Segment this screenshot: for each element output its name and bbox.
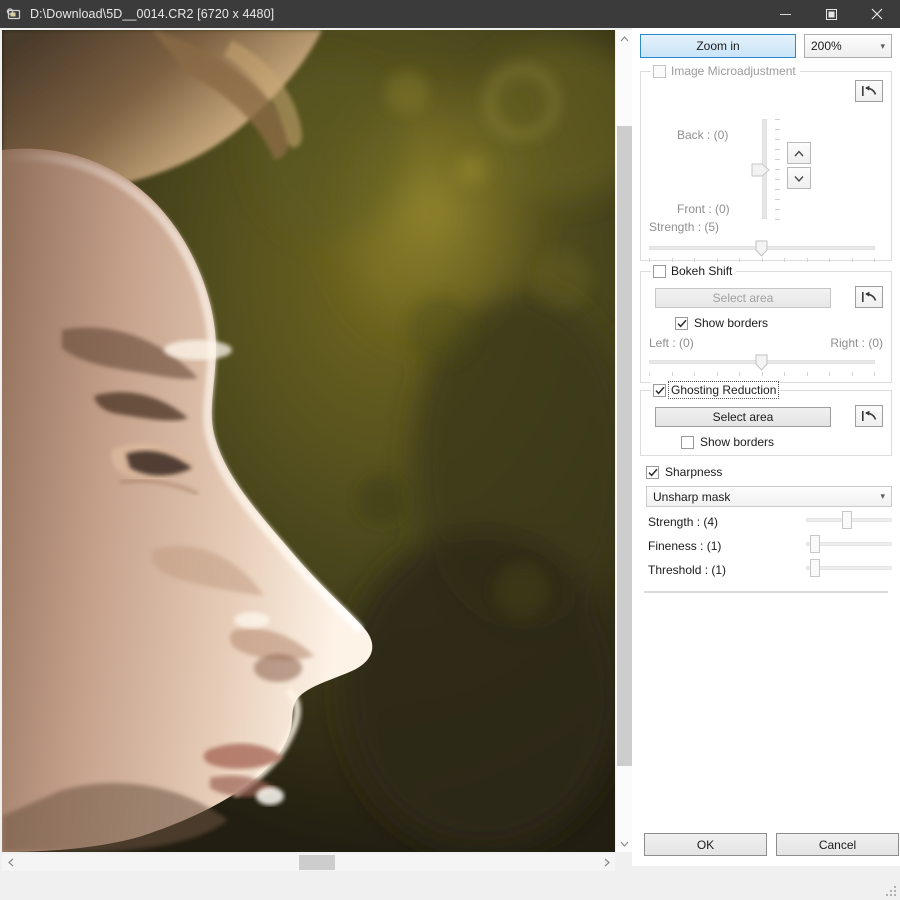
label-front-value: Front : (0)	[677, 202, 730, 216]
checkbox-image-microadjustment[interactable]	[653, 64, 666, 78]
zoom-controls-row: Zoom in 200% ▾	[640, 34, 892, 58]
panel-separator	[644, 591, 888, 593]
vertical-scroll-thumb[interactable]	[617, 126, 632, 766]
label-image-microadjustment: Image Microadjustment	[671, 64, 796, 78]
checkbox-row-show-borders-bokeh[interactable]: Show borders	[675, 316, 768, 330]
sharpness-mode-dropdown[interactable]: Unsharp mask ▾	[646, 486, 892, 507]
group-header-ghosting-reduction: Ghosting Reduction	[651, 381, 781, 399]
vertical-slider-microadjustment[interactable]	[751, 119, 770, 219]
slider-thumb-bokeh[interactable]	[755, 354, 768, 371]
minimize-button[interactable]	[762, 0, 808, 28]
slider-thumb-sharpness-fineness[interactable]	[810, 535, 820, 553]
group-header-sharpness: Sharpness	[646, 465, 722, 479]
horizontal-scrollbar[interactable]	[2, 854, 615, 871]
checkbox-ghosting-reduction[interactable]	[653, 383, 666, 397]
group-image-microadjustment: Image Microadjustment Back : (0) Front :…	[640, 63, 892, 263]
photo-preview	[2, 30, 615, 852]
label-sharpness-fineness: Fineness : (1)	[648, 539, 722, 553]
label-left-value: Left : (0)	[649, 336, 694, 350]
checkbox-row-show-borders-ghosting[interactable]: Show borders	[681, 435, 774, 449]
label-sharpness-strength: Strength : (4)	[648, 515, 719, 529]
checkbox-show-borders-ghosting[interactable]	[681, 435, 694, 449]
checkbox-bokeh-shift[interactable]	[653, 264, 666, 278]
slider-ticks	[649, 372, 875, 377]
row-sharpness-fineness: Fineness : (1)	[646, 535, 892, 557]
image-viewer	[0, 28, 633, 900]
label-show-borders-bokeh: Show borders	[694, 316, 769, 330]
row-sharpness-strength: Strength : (4)	[646, 511, 892, 533]
checkbox-sharpness[interactable]	[646, 465, 659, 479]
reset-button-microadjustment[interactable]	[855, 80, 883, 102]
panel-footer	[632, 866, 900, 900]
horizontal-scroll-thumb[interactable]	[299, 855, 335, 870]
label-bokeh-shift: Bokeh Shift	[671, 264, 733, 278]
vertical-scrollbar[interactable]	[615, 30, 633, 852]
zoom-level-value: 200%	[811, 39, 842, 53]
camera-icon	[0, 0, 28, 28]
ok-button[interactable]: OK	[644, 833, 767, 856]
settings-panel: Zoom in 200% ▾ Image Microadjustment Bac…	[632, 28, 900, 900]
slider-sharpness-threshold[interactable]	[806, 559, 892, 577]
slider-thumb-strength[interactable]	[755, 240, 768, 257]
slider-strength-microadjustment[interactable]	[649, 240, 875, 263]
title-bar: D:\Download\5D__0014.CR2 [6720 x 4480]	[0, 0, 900, 28]
label-sharpness: Sharpness	[665, 465, 723, 479]
group-sharpness: Sharpness Unsharp mask ▾ Strength : (4) …	[640, 465, 892, 583]
label-back-value: Back : (0)	[677, 128, 729, 142]
scroll-left-arrow-icon[interactable]	[2, 854, 19, 871]
group-header-bokeh-shift: Bokeh Shift	[651, 263, 737, 279]
window-title: D:\Download\5D__0014.CR2 [6720 x 4480]	[30, 7, 275, 21]
zoom-level-dropdown[interactable]: 200% ▾	[804, 34, 892, 58]
scroll-right-arrow-icon[interactable]	[598, 854, 615, 871]
scroll-up-arrow-icon[interactable]	[616, 30, 633, 47]
image-canvas[interactable]	[2, 30, 615, 852]
select-area-button-ghosting[interactable]: Select area	[655, 407, 831, 427]
cancel-button[interactable]: Cancel	[776, 833, 899, 856]
slider-sharpness-fineness[interactable]	[806, 535, 892, 553]
row-sharpness-threshold: Threshold : (1)	[646, 559, 892, 581]
group-header-microadjustment: Image Microadjustment	[651, 63, 800, 79]
reset-button-ghosting-reduction[interactable]	[855, 405, 883, 427]
label-strength-microadjustment: Strength : (5)	[649, 220, 720, 234]
status-bar	[0, 876, 632, 900]
close-button[interactable]	[854, 0, 900, 28]
chevron-down-icon: ▾	[880, 40, 885, 51]
reset-button-bokeh-shift[interactable]	[855, 286, 883, 308]
slider-sharpness-strength[interactable]	[806, 511, 892, 529]
slider-thumb-sharpness-threshold[interactable]	[810, 559, 820, 577]
slider-thumb-sharpness-strength[interactable]	[842, 511, 852, 529]
sharpness-mode-value: Unsharp mask	[653, 489, 731, 504]
scroll-down-arrow-icon[interactable]	[616, 835, 633, 852]
slider-bokeh-shift[interactable]	[649, 354, 875, 377]
resize-grip-icon[interactable]	[885, 885, 897, 897]
select-area-button-bokeh[interactable]: Select area	[655, 288, 831, 308]
zoom-in-button[interactable]: Zoom in	[640, 34, 796, 58]
label-sharpness-threshold: Threshold : (1)	[648, 563, 727, 577]
vertical-slider-ticks	[775, 119, 783, 220]
label-ghosting-reduction: Ghosting Reduction	[667, 381, 780, 399]
group-ghosting-reduction: Ghosting Reduction Select area Show bord…	[640, 381, 892, 456]
group-bokeh-shift: Bokeh Shift Select area Show borders Lef…	[640, 263, 892, 383]
application-window: D:\Download\5D__0014.CR2 [6720 x 4480] Z…	[0, 0, 900, 900]
maximize-button[interactable]	[808, 0, 854, 28]
checkbox-show-borders-bokeh[interactable]	[675, 316, 688, 330]
spin-up-button[interactable]	[787, 142, 811, 164]
label-show-borders-ghosting: Show borders	[700, 435, 775, 449]
chevron-down-icon: ▾	[880, 491, 885, 501]
label-right-value: Right : (0)	[830, 336, 883, 350]
spin-down-button[interactable]	[787, 167, 811, 189]
